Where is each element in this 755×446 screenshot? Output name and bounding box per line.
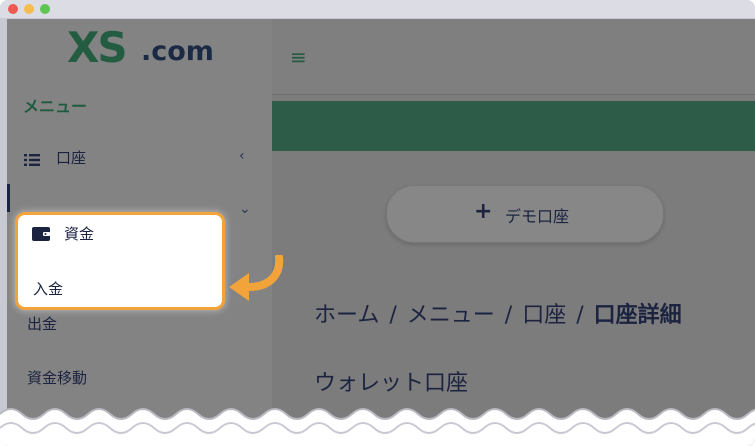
browser-frame: XS .com メニュー 口座 ‹ ⌄ 出金 資金移動 ≡ + デモ口座 ホーム… <box>0 0 755 446</box>
minimize-window-button[interactable] <box>24 4 34 14</box>
chevron-down-icon: ⌄ <box>239 201 251 217</box>
sidebar-item-label: 口座 <box>56 149 87 167</box>
breadcrumb-menu[interactable]: メニュー <box>407 303 495 328</box>
demo-account-label: デモ口座 <box>505 207 570 226</box>
sidebar-subitem-withdraw[interactable]: 出金 <box>27 313 57 334</box>
breadcrumb-current: 口座詳細 <box>593 303 682 328</box>
hamburger-menu-icon[interactable]: ≡ <box>290 45 307 69</box>
breadcrumb-separator: / <box>576 303 584 328</box>
sidebar-subitem-deposit[interactable]: 入金 <box>33 278 63 299</box>
sidebar-subitem-transfer[interactable]: 資金移動 <box>27 367 87 388</box>
torn-edge-decoration <box>0 408 755 446</box>
breadcrumb: ホーム / メニュー / 口座 / 口座詳細 <box>314 297 682 329</box>
breadcrumb-separator: / <box>389 303 397 328</box>
banner-band <box>272 101 755 151</box>
top-bar: ≡ <box>272 19 755 95</box>
sidebar-item-account[interactable]: 口座 ‹ <box>7 143 272 173</box>
logo-suffix: .com <box>141 36 214 67</box>
menu-title: メニュー <box>23 97 88 116</box>
breadcrumb-separator: / <box>504 303 513 328</box>
main-content: ≡ + デモ口座 ホーム / メニュー / 口座 / 口座詳細 ウォレット口座 <box>272 19 755 446</box>
close-window-button[interactable] <box>8 4 18 14</box>
window-titlebar <box>0 0 755 18</box>
breadcrumb-home[interactable]: ホーム <box>314 303 379 328</box>
pointer-arrow-icon <box>229 255 284 301</box>
wallet-icon <box>32 226 50 245</box>
breadcrumb-account[interactable]: 口座 <box>522 303 566 328</box>
demo-account-button[interactable]: + デモ口座 <box>386 185 664 243</box>
section-title: ウォレット口座 <box>314 371 469 396</box>
logo-brand: XS <box>67 23 128 72</box>
highlight-callout: 資金 入金 <box>15 212 225 310</box>
maximize-window-button[interactable] <box>40 4 50 14</box>
app-window: XS .com メニュー 口座 ‹ ⌄ 出金 資金移動 ≡ + デモ口座 ホーム… <box>7 19 755 446</box>
chevron-left-icon: ‹ <box>239 148 245 164</box>
list-icon <box>24 152 40 170</box>
plus-icon: + <box>474 199 493 224</box>
sidebar-item-funds-label[interactable]: 資金 <box>64 223 94 244</box>
